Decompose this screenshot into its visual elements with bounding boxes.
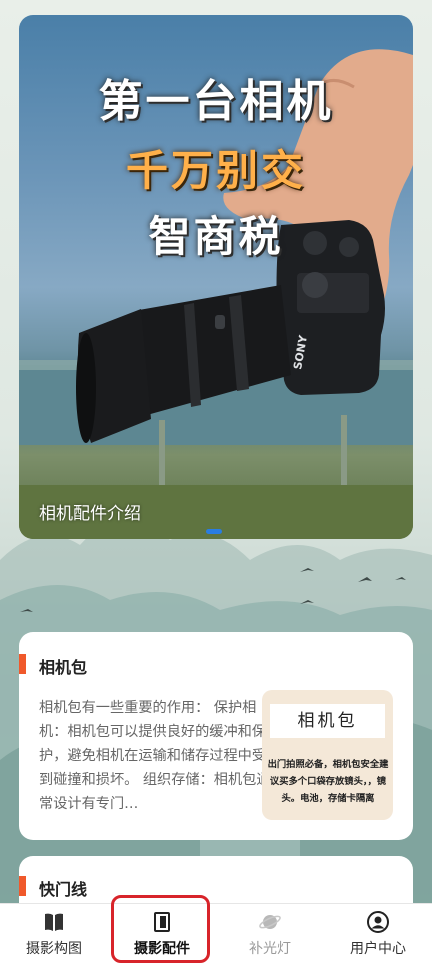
user-icon	[367, 911, 389, 933]
banner-headline-2: 千万别交	[125, 146, 306, 195]
banner-caption: 相机配件介绍	[39, 504, 141, 524]
card-title: 相机包	[18, 654, 87, 678]
tab-label: 用户中心	[350, 941, 406, 957]
banner-headline-1: 第一台相机	[98, 76, 334, 127]
card-title: 快门线	[18, 876, 87, 900]
thumbnail-text: 出门拍照必备，相机包安全建议买多个口袋存放镜头，，镜头。电池，存储卡隔离	[267, 759, 389, 804]
accessory-card-camera-bag[interactable]: 相机包 相机包有一些重要的作用： 保护相机：相机包可以提供良好的缓冲和保护，避免…	[18, 632, 413, 840]
tab-user-center[interactable]: 用户中心	[324, 904, 432, 965]
active-tab-highlight	[111, 895, 210, 963]
carousel-indicator[interactable]	[206, 529, 222, 534]
planet-icon	[259, 915, 281, 929]
tab-fill-light[interactable]: 补光灯	[216, 904, 324, 965]
banner-headline-3: 智商税	[148, 212, 284, 261]
card-description: 相机包有一些重要的作用： 保护相机：相机包可以提供良好的缓冲和保护，避免相机在运…	[39, 700, 271, 812]
tab-label: 补光灯	[249, 941, 291, 957]
card-thumbnail[interactable]: 相机包 出门拍照必备，相机包安全建议买多个口袋存放镜头，，镜头。电池，存储卡隔离	[262, 690, 393, 820]
hero-banner[interactable]: SONY 第一台相机 千万别交 智商税 相机配件介绍	[19, 15, 413, 539]
bottom-tab-bar: 摄影构图 摄影配件 补光灯 用户中心	[0, 903, 432, 965]
book-icon	[45, 913, 63, 931]
tab-composition[interactable]: 摄影构图	[0, 904, 108, 965]
thumbnail-title: 相机包	[270, 704, 385, 738]
tab-label: 摄影构图	[26, 941, 82, 957]
